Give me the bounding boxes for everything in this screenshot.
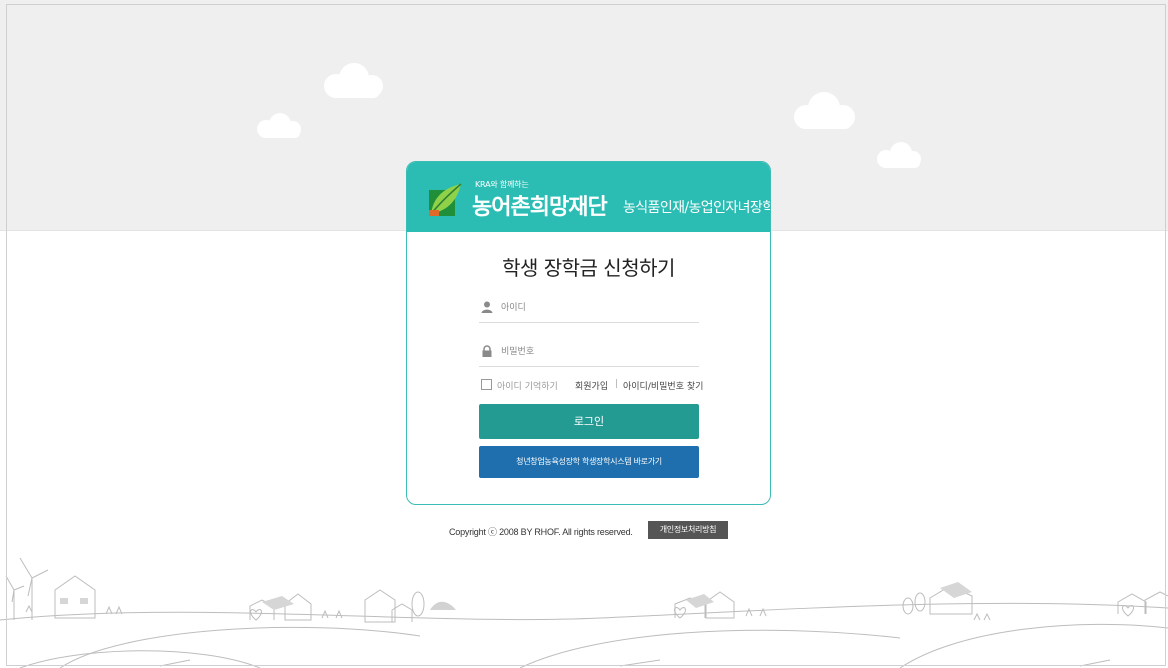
password-input[interactable] — [501, 341, 691, 363]
scholarship-system-button[interactable]: 청년창업농육성장학 학생장학시스템 바로가기 — [479, 446, 699, 478]
remember-id-label[interactable]: 아이디 기억하기 — [497, 379, 558, 392]
find-account-link[interactable]: 아이디/비밀번호 찾기 — [623, 379, 703, 392]
brand-name: 농어촌희망재단 — [472, 195, 608, 220]
cloud-decoration — [252, 112, 306, 140]
id-input[interactable] — [501, 297, 691, 319]
login-options: 아이디 기억하기 회원가입 | 아이디/비밀번호 찾기 — [479, 377, 715, 393]
page-title: 학생 장학금 신청하기 — [502, 256, 675, 280]
cloud-decoration — [318, 62, 390, 100]
id-field — [479, 293, 699, 323]
copyright-text: Copyright ⓒ 2008 BY RHOF. All rights res… — [449, 527, 633, 537]
login-card: KRA와 함께하는 농어촌희망재단 농식품인재/농업인자녀장학 학생 장학금 신… — [406, 161, 771, 505]
privacy-policy-button[interactable]: 개인정보처리방침 — [648, 521, 728, 539]
password-field — [479, 337, 699, 367]
leaf-logo-icon — [429, 183, 462, 216]
remember-id-checkbox[interactable] — [481, 379, 492, 390]
brand-subtitle: 농식품인재/농업인자녀장학 — [623, 200, 771, 216]
card-header: KRA와 함께하는 농어촌희망재단 농식품인재/농업인자녀장학 — [407, 162, 770, 232]
lock-icon — [482, 345, 492, 357]
link-separator: | — [615, 379, 619, 389]
user-icon — [481, 301, 493, 313]
village-illustration — [0, 557, 1168, 668]
cloud-decoration — [788, 90, 860, 132]
join-link[interactable]: 회원가입 — [575, 379, 608, 392]
cloud-decoration — [872, 142, 926, 170]
login-button[interactable]: 로그인 — [479, 404, 699, 439]
